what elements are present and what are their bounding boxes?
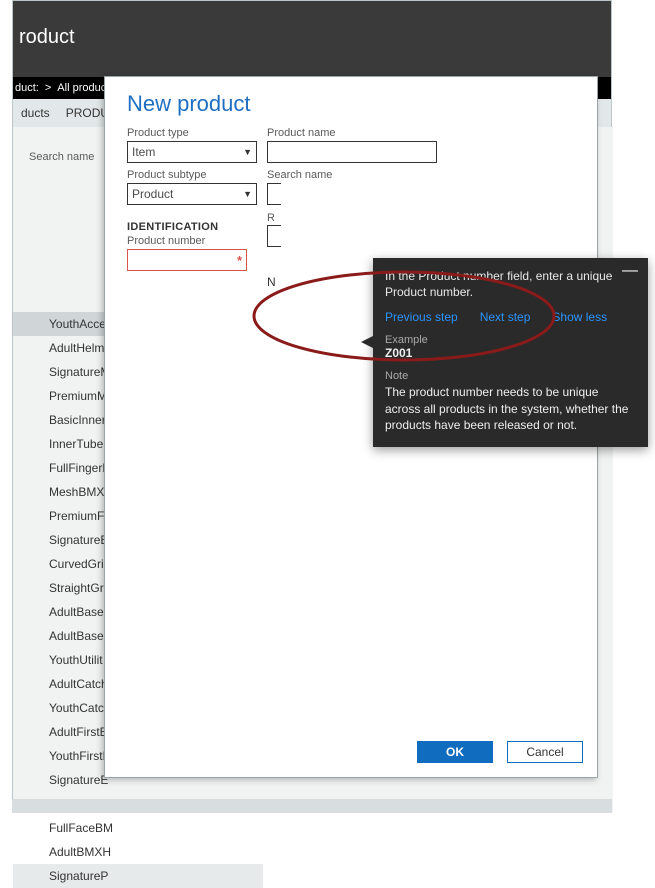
list-item[interactable]: SignatureP bbox=[13, 864, 263, 888]
label-product-type: Product type bbox=[127, 127, 257, 139]
task-recorder-popup: — In the Product number field, enter a u… bbox=[373, 258, 648, 447]
required-asterisk-icon: * bbox=[237, 253, 242, 268]
select-product-subtype[interactable]: Product ▼ bbox=[127, 183, 257, 205]
section-identification: IDENTIFICATION bbox=[127, 221, 575, 233]
cancel-button[interactable]: Cancel bbox=[507, 741, 583, 763]
popup-links: Previous step Next step Show less bbox=[385, 310, 636, 324]
new-product-dialog: New product Product type Item ▼ Product … bbox=[104, 76, 598, 778]
field-product-number: Product number * bbox=[127, 235, 257, 271]
input-search-name[interactable] bbox=[267, 183, 281, 205]
ok-button[interactable]: OK bbox=[417, 741, 493, 763]
popup-pointer-icon bbox=[357, 331, 377, 351]
label-note: Note bbox=[385, 370, 636, 382]
chevron-down-icon: ▼ bbox=[243, 147, 252, 157]
input-product-name[interactable] bbox=[267, 141, 437, 163]
dialog-title: New product bbox=[105, 77, 597, 123]
label-product-number: Product number bbox=[127, 235, 257, 247]
bottom-strip bbox=[12, 799, 612, 813]
input-product-number[interactable]: * bbox=[127, 249, 247, 271]
title-text: roduct bbox=[19, 26, 75, 49]
label-n: N bbox=[267, 275, 276, 289]
dialog-buttons: OK Cancel bbox=[417, 741, 583, 763]
value-product-type: Item bbox=[132, 145, 155, 159]
list-item[interactable]: FullFaceBM bbox=[13, 816, 263, 840]
collapse-icon[interactable]: — bbox=[622, 266, 638, 276]
field-search-name: Search name bbox=[267, 169, 437, 205]
tab-products[interactable]: ducts bbox=[13, 99, 58, 127]
field-product-name: Product name bbox=[267, 127, 437, 163]
link-show-less[interactable]: Show less bbox=[552, 310, 607, 324]
chevron-down-icon: ▼ bbox=[243, 189, 252, 199]
text-note: The product number needs to be unique ac… bbox=[385, 384, 636, 433]
label-product-subtype: Product subtype bbox=[127, 169, 257, 181]
label-product-name: Product name bbox=[267, 127, 437, 139]
popup-instruction: In the Product number field, enter a uni… bbox=[385, 268, 636, 300]
input-r-partial[interactable] bbox=[267, 225, 281, 247]
select-product-type[interactable]: Item ▼ bbox=[127, 141, 257, 163]
field-product-type: Product type Item ▼ bbox=[127, 127, 257, 163]
form-area: Product type Item ▼ Product name Product… bbox=[105, 123, 597, 275]
breadcrumb-seg1[interactable]: duct: bbox=[15, 82, 39, 94]
link-previous-step[interactable]: Previous step bbox=[385, 310, 458, 324]
label-example: Example bbox=[385, 334, 636, 346]
link-next-step[interactable]: Next step bbox=[480, 310, 531, 324]
list-item[interactable]: AdultBMXH bbox=[13, 840, 263, 864]
value-product-subtype: Product bbox=[132, 187, 173, 201]
field-product-subtype: Product subtype Product ▼ bbox=[127, 169, 257, 205]
breadcrumb-sep: > bbox=[39, 82, 57, 94]
label-search-name: Search name bbox=[267, 169, 437, 181]
value-example: Z001 bbox=[385, 346, 636, 360]
title-bar: roduct bbox=[13, 1, 611, 77]
label-r: R bbox=[267, 212, 275, 224]
